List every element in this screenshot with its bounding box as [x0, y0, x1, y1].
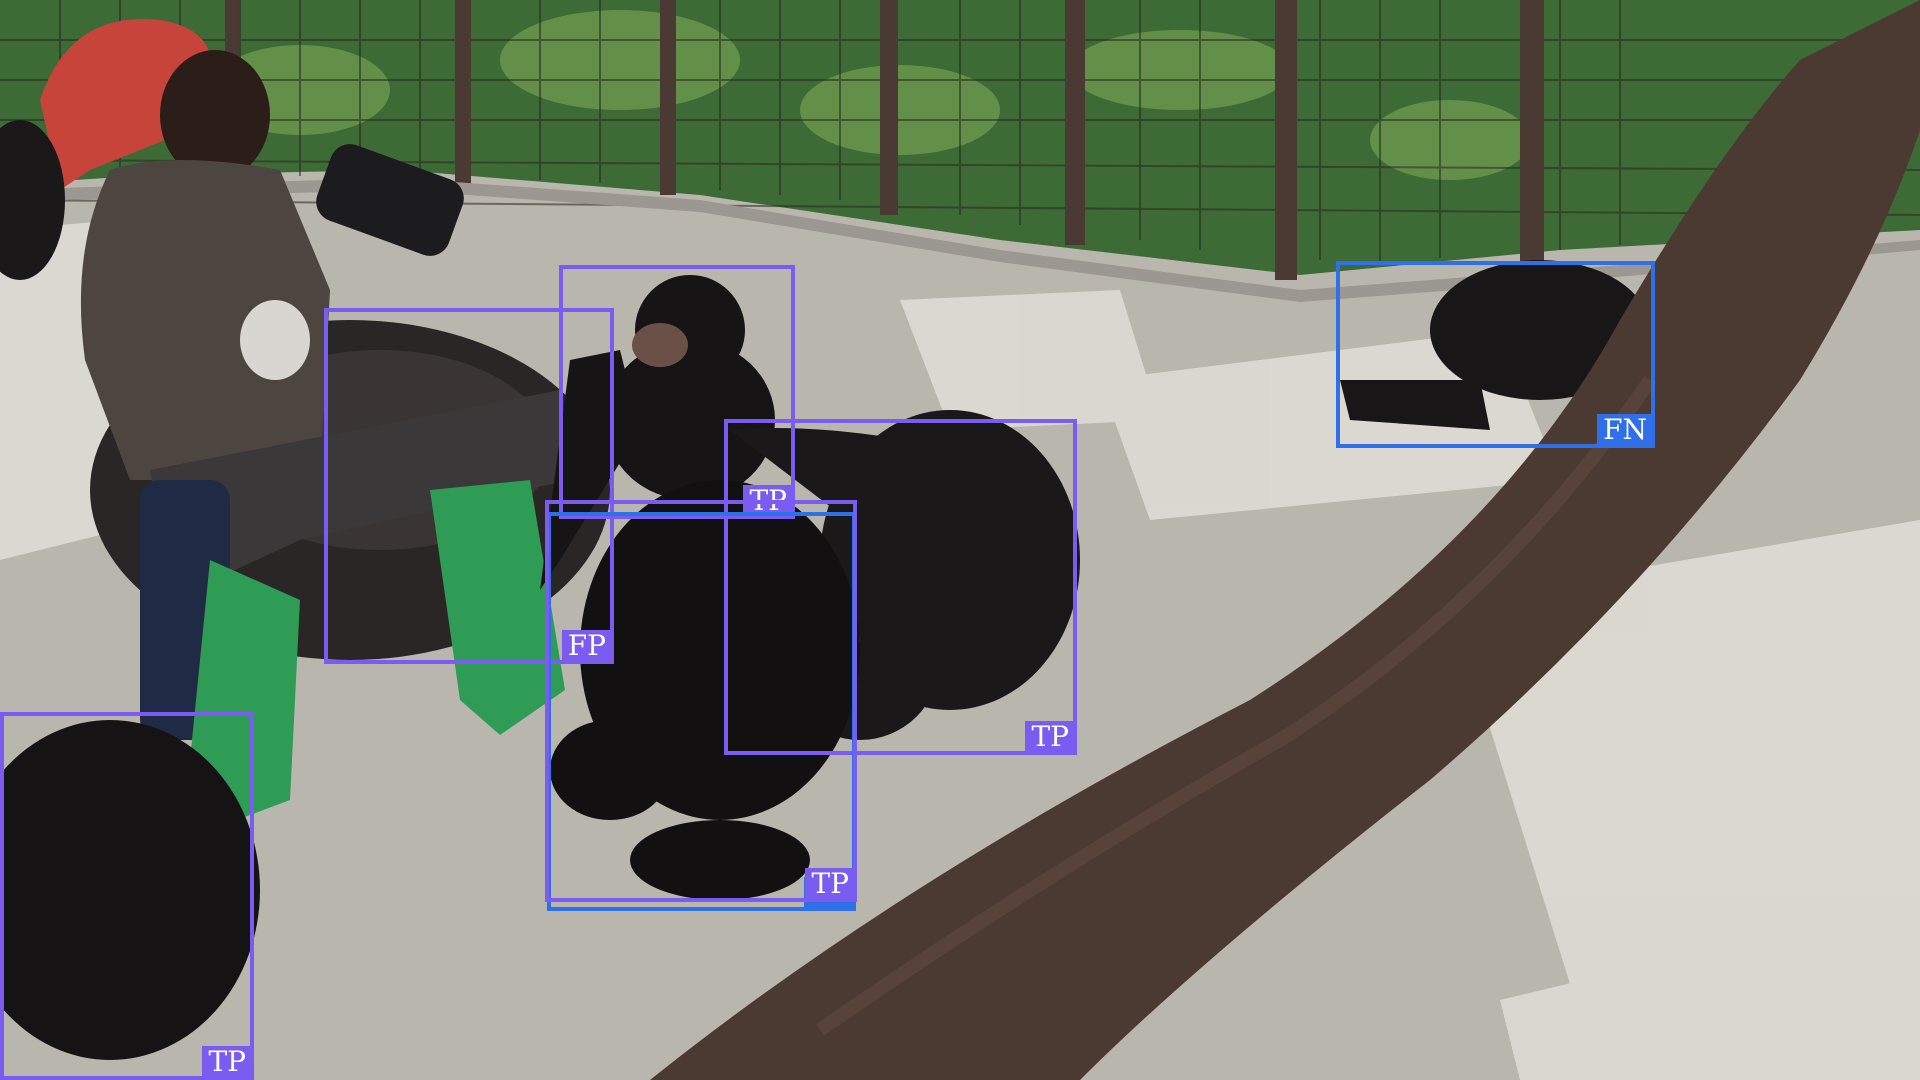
photo-scene: FP TP TP TP TP FN TP: [0, 0, 1920, 1080]
ground-truth-box-chimp-right: FN: [1336, 261, 1655, 448]
label-tp: TP: [805, 868, 855, 900]
detection-box-chimp-standing: TP: [545, 500, 857, 902]
label-fn: FN: [1597, 414, 1653, 446]
label-tp: TP: [202, 1046, 252, 1078]
detection-box-chimp-bottom-left: TP: [0, 712, 254, 1080]
label-tp: TP: [1025, 721, 1075, 753]
